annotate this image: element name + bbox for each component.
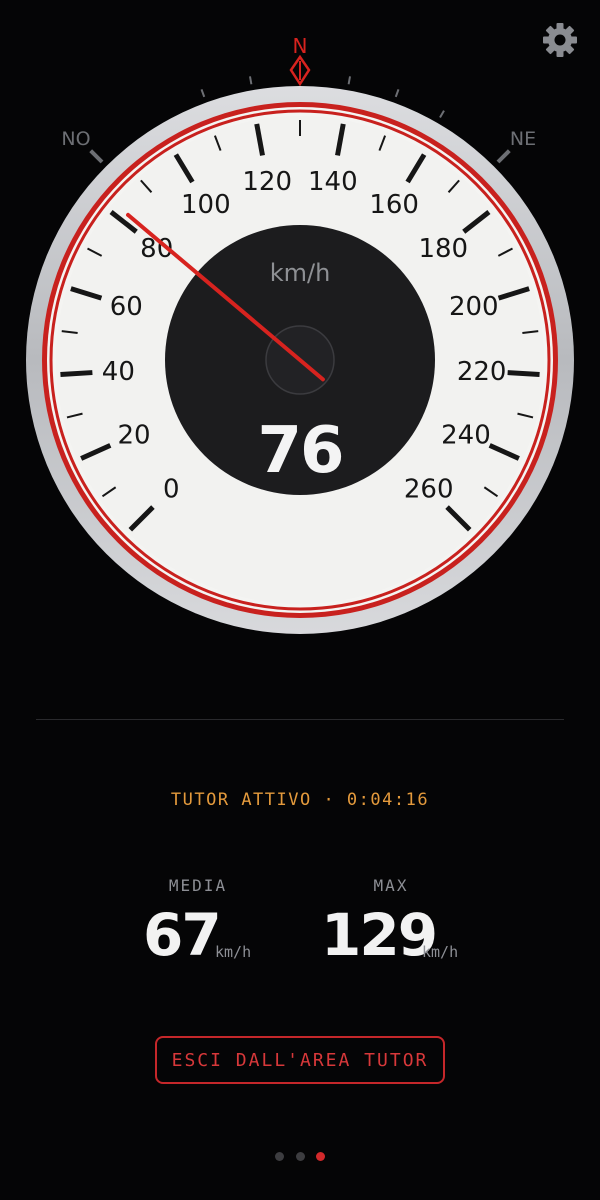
page-dot-1[interactable] (275, 1152, 284, 1161)
divider (36, 719, 564, 720)
compass-tick (200, 89, 206, 98)
major-tick (60, 370, 93, 377)
scale-label: 160 (369, 190, 419, 220)
compass-tick (394, 89, 400, 98)
compass-tick (347, 76, 351, 85)
scale-label: 120 (242, 167, 292, 197)
tutor-status: TUTOR ATTIVO · 0:04:16 (170, 790, 430, 810)
scale-label: 240 (441, 421, 491, 451)
scale-label: 40 (102, 357, 135, 387)
compass-tick (496, 149, 511, 164)
scale-label: 20 (117, 421, 150, 451)
max-value: 129 (321, 901, 438, 969)
average-label: MEDIA (168, 876, 228, 895)
compass-north: N (293, 34, 308, 58)
page-dot-3[interactable] (316, 1152, 325, 1161)
scale-label: 60 (110, 292, 143, 322)
compass-tick (249, 76, 253, 85)
scale-label: 220 (457, 357, 507, 387)
compass-right: NE (510, 128, 536, 150)
max-label: MAX (373, 876, 409, 895)
scale-label: 260 (404, 475, 454, 505)
settings-button[interactable] (540, 20, 580, 60)
gear-icon (543, 23, 577, 57)
compass-tick (89, 149, 104, 164)
speed-readout: 76 (257, 414, 342, 488)
scale-label: 180 (418, 234, 468, 264)
scale-label: 200 (449, 292, 499, 322)
scale-label: 0 (163, 475, 180, 505)
average-value: 67 (143, 901, 222, 969)
gauge-unit: km/h (270, 259, 331, 287)
speedometer-gauge: NNO NE 020406080100120 1401601802002202402… (26, 34, 574, 634)
compass-tick (439, 110, 445, 119)
page-dot-2[interactable] (296, 1152, 305, 1161)
major-tick (507, 370, 540, 377)
scale-label: 100 (181, 190, 231, 220)
max-unit: km/h (422, 943, 459, 961)
scale-label: 140 (308, 167, 358, 197)
average-unit: km/h (215, 943, 252, 961)
exit-tutor-button[interactable]: ESCI DALL'AREA TUTOR (155, 1036, 445, 1084)
page-indicator (270, 1150, 330, 1162)
compass-left: NO (61, 128, 90, 150)
